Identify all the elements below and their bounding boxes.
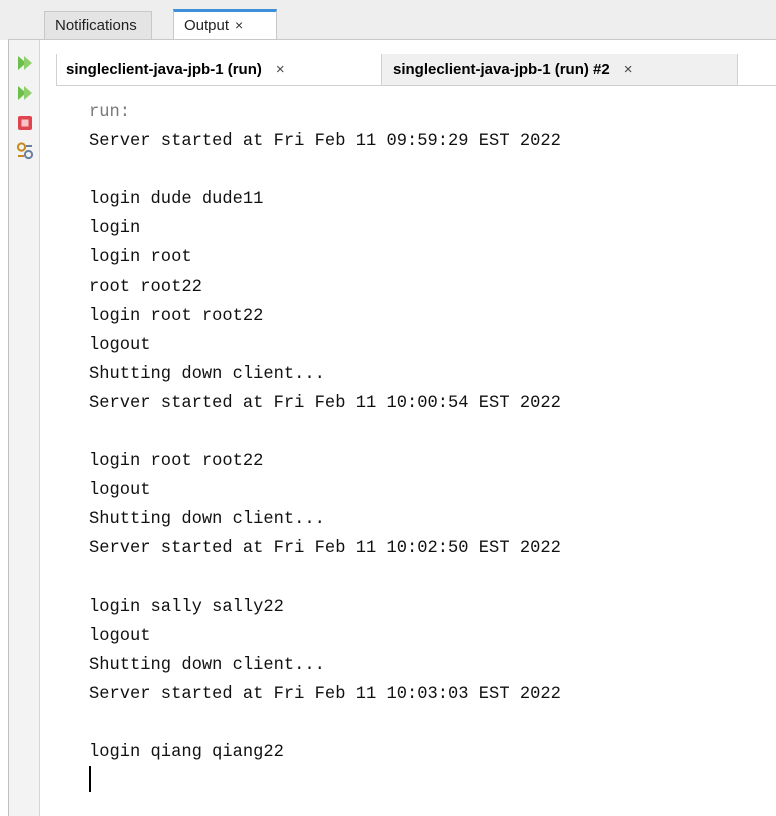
console-line: logout — [89, 481, 151, 501]
tab-run-1[interactable]: singleclient-java-jpb-1 (run) × — [56, 54, 382, 86]
console-line: logout — [89, 626, 151, 646]
close-icon[interactable]: × — [624, 61, 633, 78]
close-icon[interactable]: × — [276, 61, 285, 78]
tab-run-2-label: singleclient-java-jpb-1 (run) #2 — [393, 61, 610, 78]
divider — [56, 85, 776, 86]
console-line: Server started at Fri Feb 11 10:03:03 ES… — [89, 684, 561, 704]
rerun-button[interactable] — [15, 53, 35, 73]
settings-icon — [16, 142, 34, 160]
settings-button[interactable] — [15, 141, 35, 161]
text-cursor — [89, 766, 91, 792]
console-line: Shutting down client... — [89, 655, 325, 675]
console-line: Shutting down client... — [89, 364, 325, 384]
console-line: Server started at Fri Feb 11 10:02:50 ES… — [89, 539, 561, 559]
tab-output-label: Output — [184, 17, 230, 34]
console-output[interactable]: run: Server started at Fri Feb 11 09:59:2… — [89, 98, 769, 767]
tab-run-1-label: singleclient-java-jpb-1 (run) — [66, 61, 262, 78]
tab-output[interactable]: Output × — [173, 9, 277, 40]
console-line: login dude dude11 — [89, 190, 264, 210]
console-line: login root — [89, 248, 192, 268]
console-line: login root root22 — [89, 306, 264, 326]
console-line: login sally sally22 — [89, 597, 284, 617]
run-tabs: singleclient-java-jpb-1 (run) × singlecli… — [40, 40, 776, 86]
stop-button[interactable] — [15, 113, 35, 133]
console-line: Shutting down client... — [89, 510, 325, 530]
output-window-tab-strip: Notifications Output × — [0, 0, 776, 40]
console-line: run: — [89, 103, 131, 122]
console-line: login — [89, 219, 141, 239]
output-toolbar — [9, 40, 40, 816]
rerun-icon — [18, 56, 32, 70]
console-line: Server started at Fri Feb 11 10:00:54 ES… — [89, 393, 561, 413]
rerun-with-options-button[interactable] — [15, 83, 35, 103]
rerun-with-options-icon — [18, 86, 32, 100]
tab-run-2[interactable]: singleclient-java-jpb-1 (run) #2 × — [382, 54, 738, 86]
console-line: logout — [89, 335, 151, 355]
tab-notifications[interactable]: Notifications — [44, 11, 152, 40]
stop-icon — [18, 116, 32, 130]
console-line: login qiang qiang22 — [89, 743, 284, 763]
console-line: Server started at Fri Feb 11 09:59:29 ES… — [89, 132, 561, 152]
console-line: login root root22 — [89, 452, 264, 472]
console-line: root root22 — [89, 277, 202, 297]
tab-notifications-label: Notifications — [55, 17, 137, 34]
close-icon[interactable]: × — [235, 17, 243, 33]
